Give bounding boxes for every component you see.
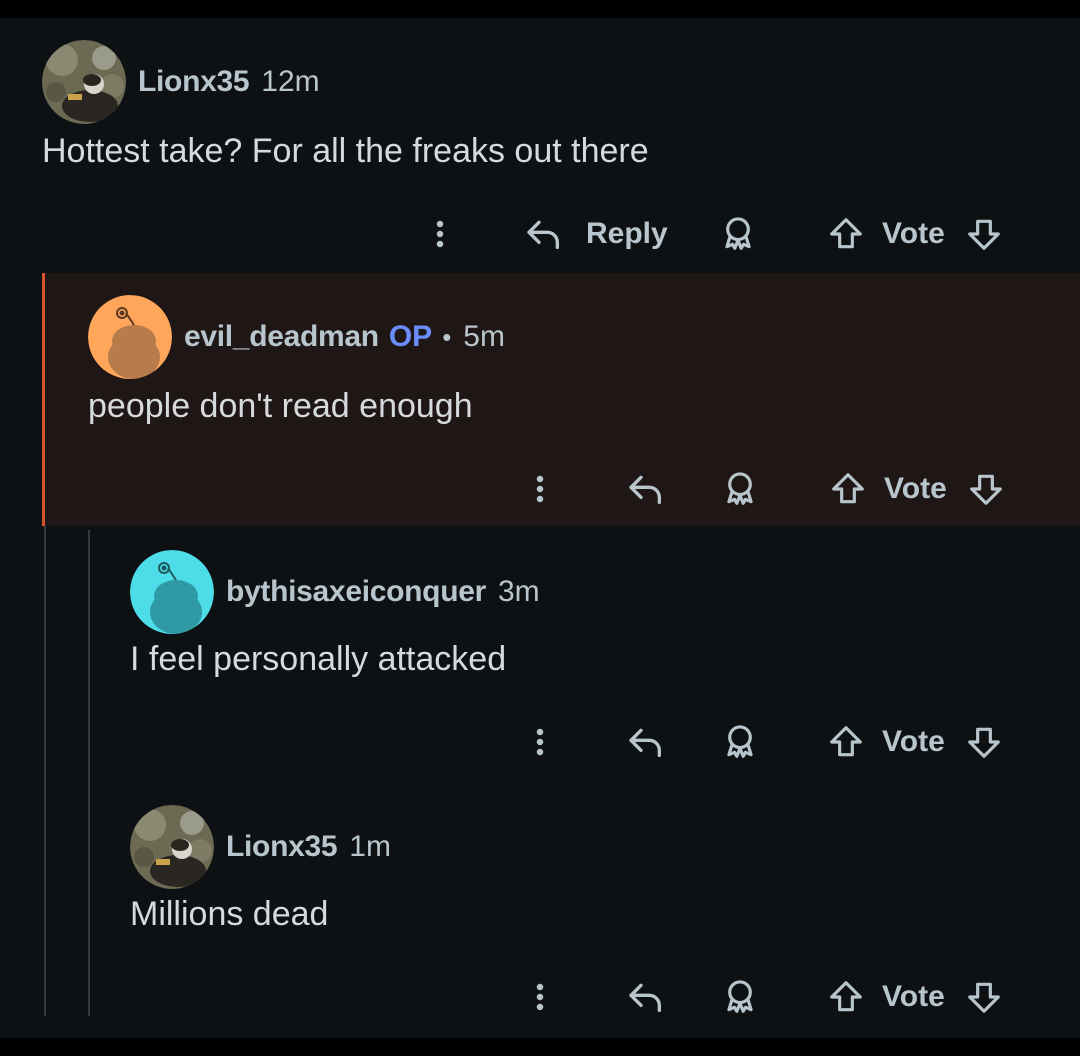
vote-label: Vote <box>882 217 945 250</box>
vote-label: Vote <box>884 472 947 505</box>
upvote-button[interactable] <box>826 467 870 511</box>
more-options-button[interactable] <box>520 722 560 762</box>
vote-score: Vote <box>882 720 945 764</box>
op-badge: OP <box>388 320 433 353</box>
vote-score: Vote <box>882 975 945 1019</box>
comment-body: Hottest take? For all the freaks out the… <box>42 132 649 170</box>
avatar[interactable] <box>130 550 214 634</box>
comment: Lionx35 12m Hottest take? For all the fr… <box>0 18 1080 273</box>
timestamp: 3m <box>497 575 540 608</box>
avatar[interactable] <box>42 40 126 124</box>
downvote-button[interactable] <box>962 212 1006 256</box>
vote-score: Vote <box>884 467 947 511</box>
downvote-button[interactable] <box>964 467 1008 511</box>
award-button[interactable] <box>716 212 760 256</box>
more-options-button[interactable] <box>520 977 560 1017</box>
vertical-ellipsis-icon <box>536 728 544 756</box>
reply-button[interactable] <box>624 467 668 511</box>
thread-line[interactable] <box>44 526 46 1016</box>
comment-thread: Lionx35 12m Hottest take? For all the fr… <box>0 18 1080 1038</box>
comment-body: I feel personally attacked <box>130 640 507 678</box>
avatar[interactable] <box>130 805 214 889</box>
reply-button[interactable] <box>624 720 668 764</box>
avatar[interactable] <box>88 295 172 379</box>
upvote-button[interactable] <box>824 720 868 764</box>
upvote-button[interactable] <box>824 212 868 256</box>
comment: Lionx35 1m Millions dead Vote <box>88 781 1080 1038</box>
comment: bythisaxeiconquer 3m I feel personally a… <box>88 526 1080 781</box>
upvote-arrow-icon <box>830 218 862 249</box>
award-icon <box>725 217 751 250</box>
upvote-arrow-icon <box>830 726 862 757</box>
reply-label: Reply <box>586 217 668 250</box>
vote-label: Vote <box>882 980 945 1013</box>
username[interactable]: Lionx35 <box>138 65 250 99</box>
reply-button[interactable]: Reply <box>524 212 668 256</box>
award-icon <box>727 725 753 758</box>
downvote-arrow-icon <box>968 982 1000 1013</box>
timestamp: 5m <box>463 320 505 353</box>
vote-label: Vote <box>882 725 945 758</box>
reply-arrow-icon <box>527 220 559 249</box>
upvote-arrow-icon <box>830 981 862 1012</box>
vertical-ellipsis-icon <box>436 220 444 248</box>
username[interactable]: evil_deadman <box>184 320 379 354</box>
comment-highlighted: evil_deadman OP • 5m people don't read e… <box>42 273 1080 526</box>
reply-arrow-icon <box>629 983 661 1012</box>
award-icon <box>727 472 753 505</box>
vertical-ellipsis-icon <box>536 983 544 1011</box>
downvote-button[interactable] <box>962 975 1006 1019</box>
timestamp: 1m <box>349 830 391 863</box>
comment-body: Millions dead <box>130 895 329 933</box>
timestamp: 12m <box>261 65 320 98</box>
reply-arrow-icon <box>629 475 661 505</box>
vote-score: Vote <box>882 212 945 256</box>
username[interactable]: Lionx35 <box>226 830 338 864</box>
downvote-button[interactable] <box>962 720 1006 764</box>
award-button[interactable] <box>718 467 762 511</box>
comment-header: Lionx35 1m <box>130 805 391 889</box>
comment-header: Lionx35 12m <box>42 40 320 124</box>
more-options-button[interactable] <box>520 469 560 509</box>
comment-header: evil_deadman OP • 5m <box>88 295 505 379</box>
upvote-button[interactable] <box>824 975 868 1019</box>
vertical-ellipsis-icon <box>536 475 544 503</box>
upvote-arrow-icon <box>832 473 864 504</box>
reply-button[interactable] <box>624 975 668 1019</box>
downvote-arrow-icon <box>968 727 1000 758</box>
separator: • <box>442 321 452 352</box>
award-button[interactable] <box>718 720 762 764</box>
comment-body: people don't read enough <box>88 387 473 425</box>
more-options-button[interactable] <box>420 214 460 254</box>
downvote-arrow-icon <box>968 219 1000 250</box>
downvote-arrow-icon <box>970 474 1002 505</box>
award-icon <box>727 980 753 1013</box>
username[interactable]: bythisaxeiconquer <box>226 575 486 609</box>
reply-arrow-icon <box>629 728 661 757</box>
award-button[interactable] <box>718 975 762 1019</box>
comment-header: bythisaxeiconquer 3m <box>130 550 540 634</box>
